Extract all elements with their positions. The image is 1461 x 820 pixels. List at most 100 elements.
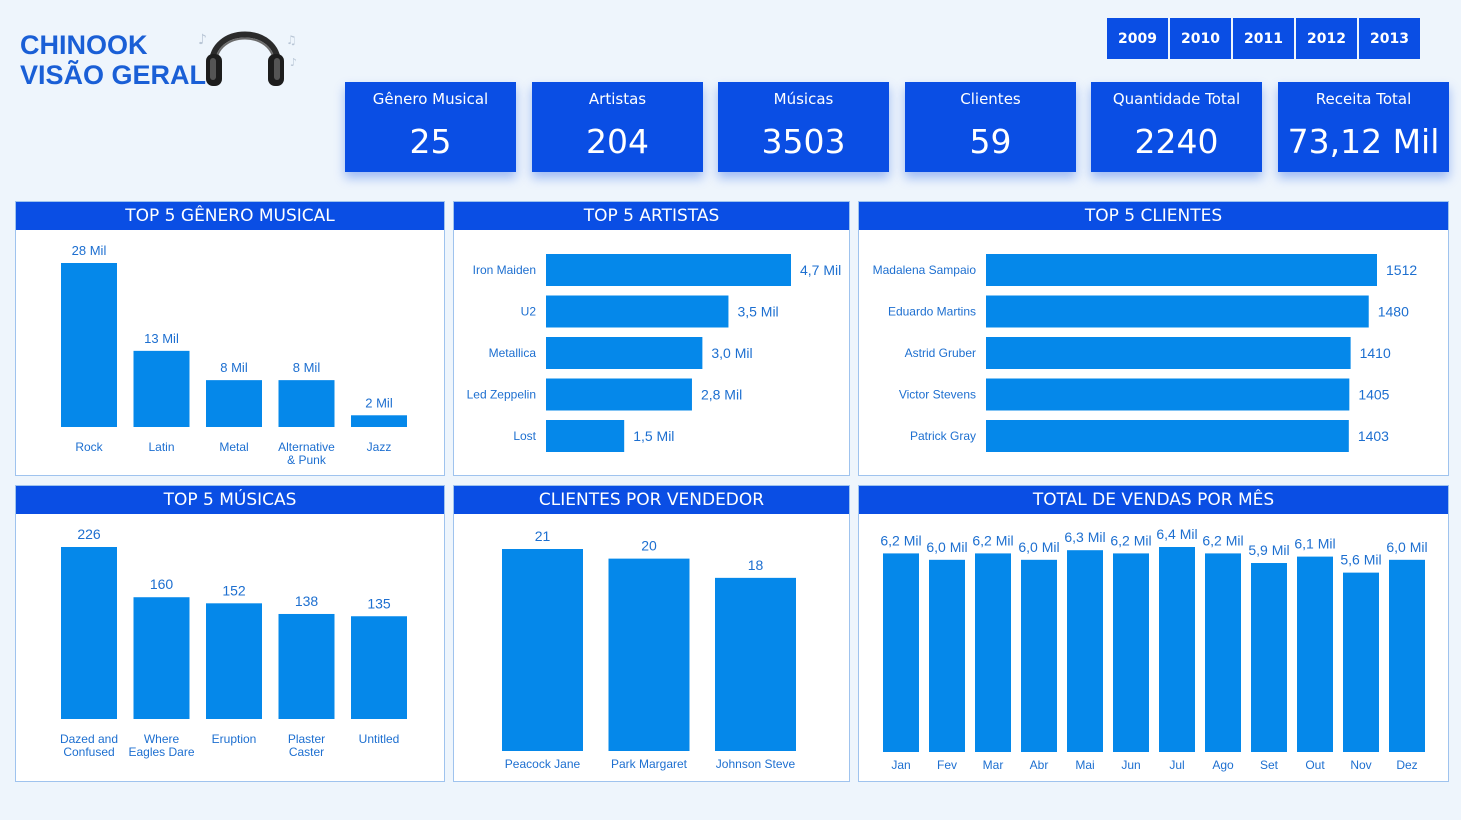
- bar: [929, 559, 965, 752]
- category-label: Victor Stevens: [899, 388, 976, 402]
- panel-title: TOP 5 GÊNERO MUSICAL: [16, 202, 444, 230]
- category-label: Rock: [75, 440, 103, 454]
- data-label: 3,5 Mil: [737, 304, 778, 320]
- data-label: 18: [748, 557, 764, 573]
- kpi-card-artists: Artistas 204: [532, 82, 703, 172]
- category-label: Alternative: [278, 440, 335, 454]
- year-button-2009[interactable]: 2009: [1107, 18, 1168, 59]
- bar: [278, 613, 335, 719]
- category-label: Plaster: [288, 732, 325, 746]
- data-label: 135: [367, 595, 391, 611]
- bar: [986, 295, 1369, 328]
- category-label: Mar: [983, 758, 1004, 772]
- data-label: 5,9 Mil: [1248, 542, 1289, 558]
- data-label: 6,2 Mil: [1110, 532, 1151, 548]
- bar: [1067, 550, 1103, 752]
- category-label: Untitled: [359, 732, 400, 746]
- panel-title: TOTAL DE VENDAS POR MÊS: [859, 486, 1448, 514]
- category-label: Jazz: [367, 440, 392, 454]
- bar: [278, 380, 335, 427]
- brand-title-line1: CHINOOK: [20, 30, 148, 60]
- category-label: Jan: [891, 758, 910, 772]
- data-label: 6,2 Mil: [1202, 532, 1243, 548]
- bar: [975, 553, 1011, 752]
- brand-title-line2: VISÃO GERAL: [20, 60, 207, 90]
- data-label: 6,2 Mil: [972, 532, 1013, 548]
- data-label: 6,1 Mil: [1294, 536, 1335, 552]
- panel-title: TOP 5 ARTISTAS: [454, 202, 849, 230]
- kpi-value: 73,12 Mil: [1287, 122, 1440, 161]
- category-label: Lost: [513, 429, 536, 443]
- bar: [546, 254, 791, 286]
- bar: [1343, 572, 1379, 752]
- panel-title: CLIENTES POR VENDEDOR: [454, 486, 849, 514]
- data-label: 13 Mil: [144, 331, 179, 346]
- kpi-label: Clientes: [960, 90, 1021, 108]
- category-label: Set: [1260, 758, 1279, 772]
- bar: [1297, 556, 1333, 752]
- category-label: Abr: [1030, 758, 1049, 772]
- kpi-value: 204: [586, 122, 649, 161]
- data-label: 4,7 Mil: [800, 262, 841, 278]
- category-label: Confused: [63, 745, 114, 759]
- data-label: 28 Mil: [72, 243, 107, 258]
- panel-customers-per-seller: CLIENTES POR VENDEDOR 21 Peacock Jane 20 Pa…: [453, 485, 850, 782]
- bar: [1113, 553, 1149, 752]
- bar: [546, 420, 625, 452]
- panel-top-customers: TOP 5 CLIENTES Madalena Sampaio 1512 Eduar…: [858, 201, 1449, 476]
- bar: [986, 378, 1350, 411]
- kpi-value: 59: [969, 122, 1012, 161]
- bar: [1021, 559, 1057, 752]
- year-filter: 2009 2010 2011 2012 2013: [1107, 18, 1420, 59]
- data-label: 5,6 Mil: [1340, 552, 1381, 568]
- category-label: U2: [521, 305, 537, 319]
- data-label: 6,0 Mil: [1018, 539, 1059, 555]
- data-label: 2,8 Mil: [701, 387, 742, 403]
- year-button-2010[interactable]: 2010: [1170, 18, 1231, 59]
- category-label: Eruption: [212, 732, 257, 746]
- svg-text:♪: ♪: [290, 56, 297, 69]
- category-label: Latin: [148, 440, 174, 454]
- chart-top-artists: Iron Maiden 4,7 Mil U2 3,5 Mil Metallica 3,0 …: [467, 254, 841, 452]
- bar: [883, 553, 919, 752]
- year-button-2012[interactable]: 2012: [1296, 18, 1357, 59]
- category-label: Johnson Steve: [716, 757, 796, 771]
- bar: [133, 597, 190, 719]
- kpi-card-songs: Músicas 3503: [718, 82, 889, 172]
- year-button-2011[interactable]: 2011: [1233, 18, 1294, 59]
- bar: [1389, 559, 1425, 752]
- bar: [61, 263, 117, 427]
- data-label: 152: [222, 582, 246, 598]
- bar: [986, 337, 1351, 369]
- panel-top-songs: TOP 5 MÚSICAS 226 Dazed and Confused 160 Whe…: [15, 485, 445, 782]
- panel-top-artists: TOP 5 ARTISTAS Iron Maiden 4,7 Mil U2 3,5 M…: [453, 201, 850, 476]
- data-label: 2 Mil: [365, 395, 393, 410]
- kpi-card-genres: Gênero Musical 25: [345, 82, 516, 172]
- bar: [986, 254, 1377, 286]
- data-label: 20: [641, 538, 657, 554]
- kpi-label: Artistas: [588, 90, 647, 108]
- bar: [1251, 563, 1287, 752]
- bar: [546, 378, 692, 411]
- bar: [133, 350, 190, 427]
- category-label: Out: [1305, 758, 1325, 772]
- bar: [1205, 553, 1241, 752]
- kpi-value: 3503: [761, 122, 846, 161]
- category-label: Where: [144, 732, 180, 746]
- kpi-label: Gênero Musical: [372, 90, 489, 108]
- data-label: 1405: [1358, 387, 1389, 403]
- category-label: Park Margaret: [611, 757, 688, 771]
- kpi-value: 2240: [1134, 122, 1219, 161]
- panel-title: TOP 5 MÚSICAS: [16, 486, 444, 514]
- svg-text:♪: ♪: [198, 32, 207, 48]
- chart-sales-per-month: 6,2 Mil Jan 6,0 Mil Fev 6,2 Mil Mar 6,0 Mil Abr…: [880, 526, 1427, 772]
- year-button-2013[interactable]: 2013: [1359, 18, 1420, 59]
- category-label: & Punk: [287, 453, 327, 467]
- panel-sales-per-month: TOTAL DE VENDAS POR MÊS 6,2 Mil Jan 6,0 Mi…: [858, 485, 1449, 782]
- bar: [61, 547, 117, 719]
- data-label: 1403: [1358, 428, 1389, 444]
- bar: [986, 420, 1349, 452]
- brand-title: CHINOOK VISÃO GERAL: [20, 30, 206, 90]
- category-label: Dazed and: [60, 732, 118, 746]
- category-label: Ago: [1212, 758, 1234, 772]
